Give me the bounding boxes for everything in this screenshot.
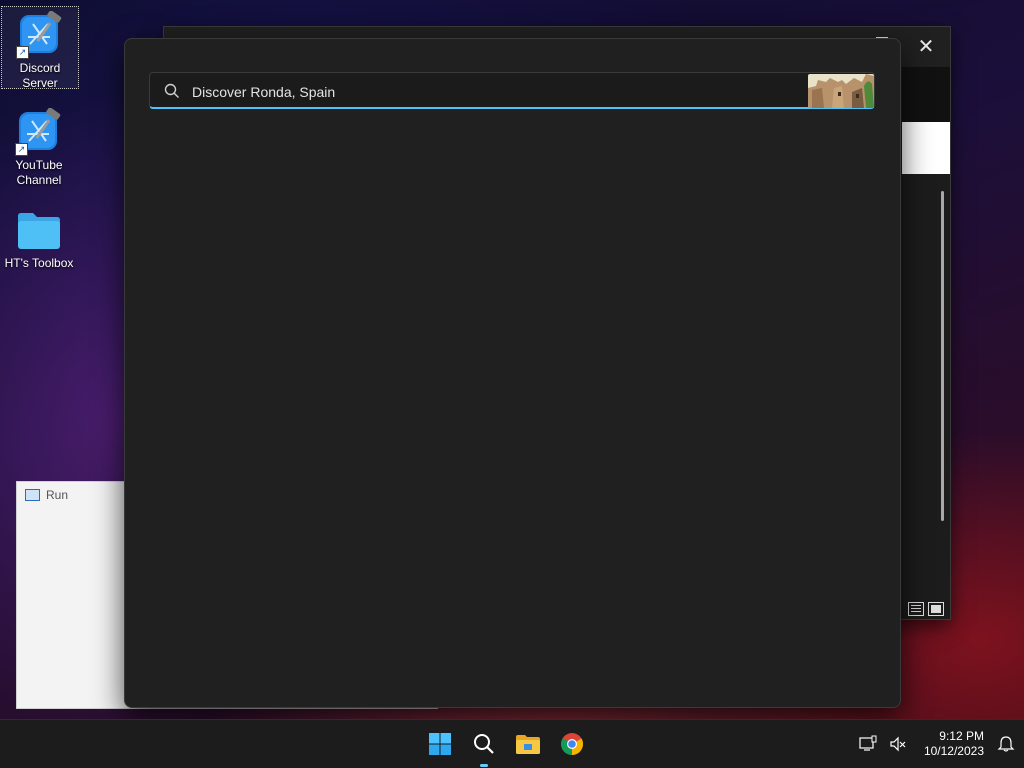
run-dialog-title-text: Run (46, 488, 69, 502)
clock-time: 9:12 PM (939, 729, 984, 743)
search-icon (164, 83, 180, 104)
network-icon[interactable] (856, 732, 880, 756)
system-clock[interactable]: 9:12 PM 10/12/2023 (924, 729, 984, 759)
xcode-hammer-icon: ↗ (15, 107, 63, 156)
shortcut-arrow-icon: ↗ (15, 143, 28, 156)
notification-bell-icon[interactable] (994, 732, 1018, 756)
chrome-button[interactable] (557, 729, 587, 759)
search-highlight-image[interactable] (808, 74, 874, 108)
volume-muted-icon[interactable] (886, 732, 910, 756)
shortcut-arrow-icon: ↗ (16, 46, 29, 59)
search-flyout (124, 38, 901, 708)
desktop-icon-label: HT's Toolbox (4, 256, 74, 270)
desktop-icon-label: Discord Server (19, 61, 61, 90)
desktop-icon-hts-toolbox[interactable]: HT's Toolbox (1, 202, 77, 272)
xcode-hammer-icon: ↗ (16, 10, 64, 59)
folder-icon (15, 206, 63, 254)
file-explorer-icon (516, 735, 540, 754)
taskbar-search-button[interactable] (469, 729, 499, 767)
details-view-icon[interactable] (908, 602, 924, 616)
close-icon[interactable]: ✕ (912, 33, 940, 61)
window-address-panel (902, 122, 950, 174)
run-dialog-title: Run (25, 488, 68, 502)
taskbar: 9:12 PM 10/12/2023 (0, 719, 1024, 768)
chrome-icon (561, 733, 583, 755)
search-box[interactable] (149, 72, 875, 110)
view-toggle-group (908, 602, 944, 616)
active-app-indicator (480, 764, 488, 767)
system-tray: 9:12 PM 10/12/2023 (856, 720, 1024, 768)
start-icon (429, 733, 451, 755)
search-input[interactable] (190, 73, 794, 110)
window-toolbar (902, 67, 950, 122)
desktop-icon-discord-server[interactable]: ↗ Discord Server (1, 6, 79, 90)
taskbar-apps (425, 720, 587, 768)
desktop-icon-label: YouTube Channel (15, 158, 63, 187)
tiles-view-icon[interactable] (928, 602, 944, 616)
search-icon (474, 734, 494, 754)
file-explorer-button[interactable] (513, 729, 543, 759)
start-button[interactable] (425, 729, 455, 759)
run-icon (25, 489, 40, 501)
desktop-icon-youtube-channel[interactable]: ↗ YouTube Channel (1, 104, 77, 187)
vertical-scrollbar[interactable] (941, 191, 944, 521)
clock-date: 10/12/2023 (923, 744, 984, 758)
